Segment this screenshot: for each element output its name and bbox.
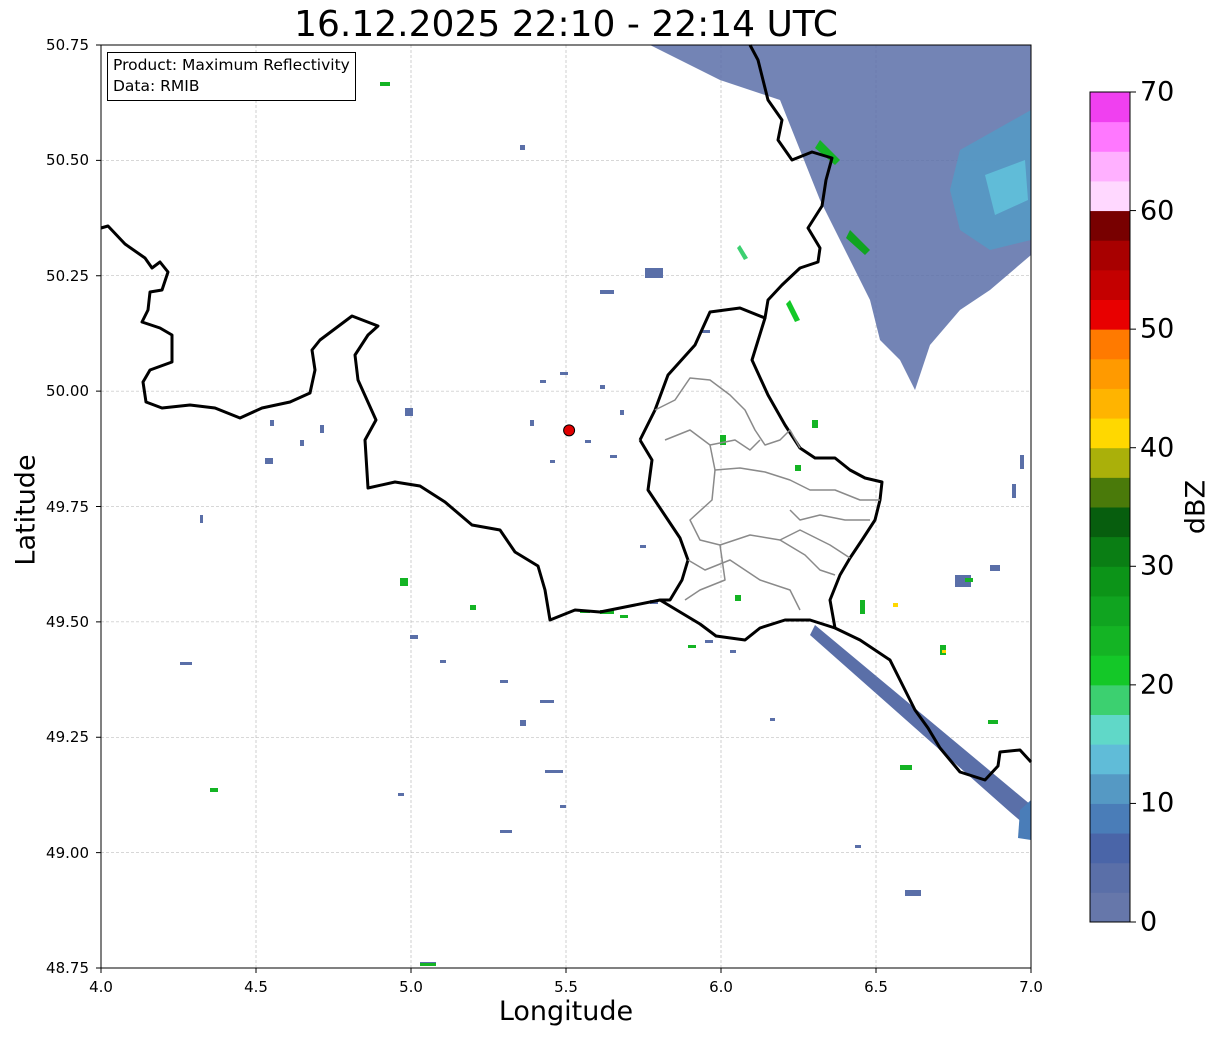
x-tick-label: 7.0: [1019, 978, 1043, 996]
y-axis-label: Latitude: [10, 454, 42, 566]
y-tick-label: 49.25: [46, 728, 89, 747]
colorbar-segment: [1090, 862, 1130, 893]
colorbar-tick-label: 50: [1140, 313, 1175, 345]
x-tick-label: 4.5: [244, 978, 268, 996]
colorbar-label: dBZ: [1180, 479, 1212, 535]
y-tick-label: 50.25: [46, 266, 89, 285]
colorbar-segment: [1090, 151, 1130, 182]
product-label: Product: Maximum Reflectivity: [113, 56, 350, 74]
map-canvas: [96, 44, 1136, 973]
colorbar-tick-label: 40: [1140, 432, 1175, 464]
x-tick-label: 5.5: [554, 978, 578, 996]
x-tick-label: 6.0: [709, 978, 733, 996]
colorbar-segment: [1090, 507, 1130, 538]
colorbar-segment: [1090, 447, 1130, 478]
y-tick-label: 49.75: [46, 497, 89, 516]
colorbar-segment: [1090, 655, 1130, 686]
colorbar-segment: [1090, 566, 1130, 597]
colorbar-segment: [1090, 744, 1130, 775]
colorbar-segment: [1090, 714, 1130, 745]
colorbar-segment: [1090, 92, 1130, 123]
colorbar-tick-label: 20: [1140, 669, 1175, 701]
colorbar-segment: [1090, 773, 1130, 804]
colorbar-tick-label: 30: [1140, 550, 1175, 582]
x-tick-label: 6.5: [864, 978, 888, 996]
colorbar-segment: [1090, 329, 1130, 360]
data-source-label: Data: RMIB: [113, 77, 200, 95]
x-tick-label: 4.0: [89, 978, 113, 996]
colorbar-tick-label: 10: [1140, 787, 1175, 819]
colorbar-segment: [1090, 684, 1130, 715]
colorbar-segment: [1090, 358, 1130, 389]
y-tick-label: 50.75: [46, 36, 89, 54]
y-tick-label: 48.75: [46, 959, 89, 977]
y-tick-label: 50.50: [46, 151, 89, 170]
colorbar-segment: [1090, 210, 1130, 241]
colorbar-segment: [1090, 833, 1130, 864]
radar-figure: 16.12.2025 22:10 - 22:14 UTC Product: Ma…: [0, 0, 1219, 1040]
product-info-box: Product: Maximum Reflectivity Data: RMIB: [107, 52, 356, 101]
colorbar-segment: [1090, 121, 1130, 152]
colorbar-segment: [1090, 536, 1130, 567]
y-tick-label: 50.00: [46, 382, 89, 401]
colorbar-segment: [1090, 180, 1130, 212]
colorbar-segment: [1090, 240, 1130, 271]
y-tick-label: 49.50: [46, 612, 89, 631]
x-tick-label: 5.0: [399, 978, 423, 996]
colorbar: [1089, 91, 1136, 923]
colorbar-segment: [1090, 892, 1130, 923]
colorbar-segment: [1090, 418, 1130, 449]
x-axis-label: Longitude: [498, 996, 634, 1027]
colorbar-segment: [1090, 299, 1130, 330]
colorbar-segment: [1090, 477, 1130, 508]
colorbar-tick-label: 60: [1140, 195, 1175, 227]
colorbar-segment: [1090, 388, 1130, 419]
colorbar-segment: [1090, 625, 1130, 656]
radar-site-marker: [563, 424, 576, 437]
colorbar-segment: [1090, 269, 1130, 300]
colorbar-tick-label: 70: [1140, 76, 1175, 108]
colorbar-segment: [1090, 803, 1130, 834]
colorbar-segment: [1090, 595, 1130, 627]
y-tick-label: 49.00: [46, 843, 89, 862]
colorbar-tick-label: 0: [1140, 906, 1158, 938]
